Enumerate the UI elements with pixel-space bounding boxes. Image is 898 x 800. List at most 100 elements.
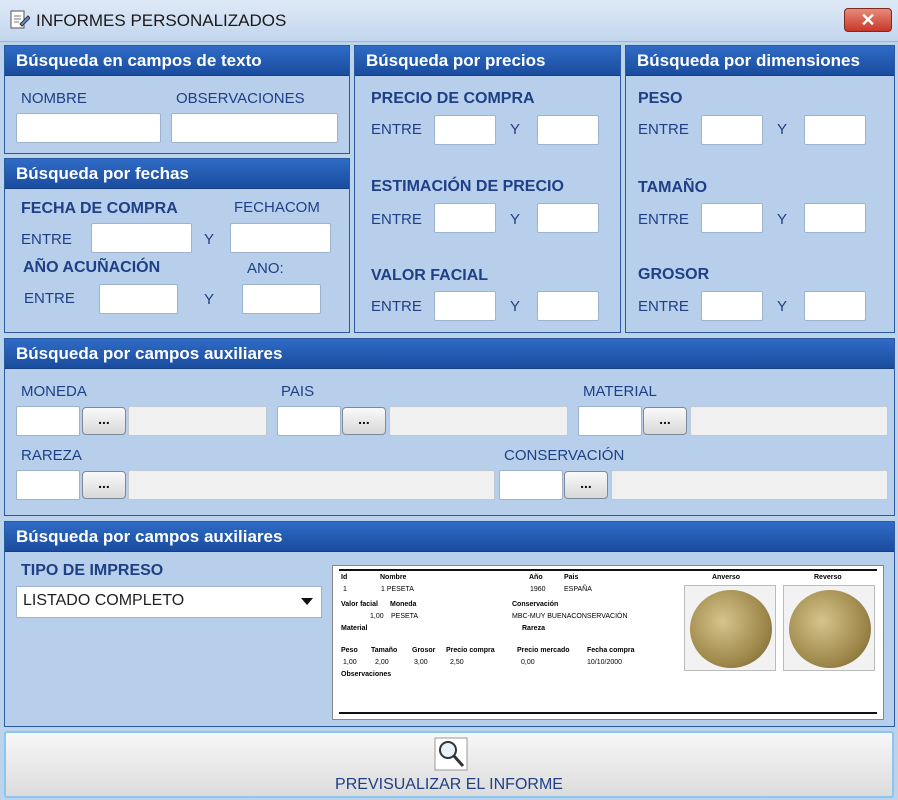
pv-preciocompra-header: Precio compra [446,647,495,654]
pv-preciomercado-value: 0,00 [521,659,535,666]
entre-label: ENTRE [638,298,689,315]
panel-header: Búsqueda por fechas [5,159,349,189]
entre-label: ENTRE [371,121,422,138]
pv-peso-value: 1,00 [343,659,357,666]
report-icon [10,10,30,29]
y-label: Y [510,298,521,315]
conservacion-label: CONSERVACIÓN [504,447,625,464]
rareza-description-field [128,470,495,500]
panel-date-search: Búsqueda por fechas FECHA DE COMPRA FECH… [4,158,350,333]
tipo-impreso-select[interactable]: LISTADO COMPLETO [16,586,322,618]
tamano-from-input[interactable] [701,203,763,233]
tamano-label: TAMAÑO [638,179,708,196]
conservacion-code-input[interactable] [499,470,563,500]
pv-grosor-value: 3,00 [414,659,428,666]
window-title: INFORMES PERSONALIZADOS [36,11,287,30]
ano-to-input[interactable] [242,284,321,314]
valor-facial-from-input[interactable] [434,291,496,321]
peso-to-input[interactable] [804,115,866,145]
pv-preciomercado-header: Precio mercado [517,647,570,654]
peso-from-input[interactable] [701,115,763,145]
valor-facial-label: VALOR FACIAL [371,267,489,284]
panel-header: Búsqueda por precios [355,46,620,76]
fechacom-label: FECHACOM [234,199,320,216]
tipo-impreso-label: TIPO DE IMPRESO [21,562,164,579]
conservacion-description-field [611,470,888,500]
panel-header: Búsqueda en campos de texto [5,46,349,76]
moneda-code-input[interactable] [16,406,80,436]
pv-observaciones-header: Observaciones [341,671,392,678]
estimacion-from-input[interactable] [434,203,496,233]
entre-label: ENTRE [371,211,422,228]
entre-label: ENTRE [21,231,72,248]
close-button[interactable]: ✕ [844,8,892,32]
estimacion-label: ESTIMACIÓN DE PRECIO [371,178,564,195]
material-description-field [690,406,888,436]
pv-moneda-header: Moneda [390,601,417,608]
preview-bottom-rule [339,712,877,714]
material-code-input[interactable] [578,406,642,436]
y-label: Y [777,298,788,315]
rareza-browse-button[interactable]: ... [82,471,126,499]
entre-label: ENTRE [638,211,689,228]
pv-tamano-header: Tamaño [371,647,398,654]
chevron-down-icon [301,598,313,605]
pv-id-value: 1 [343,586,347,593]
observaciones-label: OBSERVACIONES [176,90,305,107]
panel-header: Búsqueda por dimensiones [626,46,894,76]
rareza-code-input[interactable] [16,470,80,500]
pv-nombre-header: Nombre [380,574,407,581]
estimacion-to-input[interactable] [537,203,599,233]
fecha-compra-label: FECHA DE COMPRA [21,200,178,217]
fecha-compra-to-input[interactable] [230,223,331,253]
pv-valorfacial-header: Valor facial [341,601,378,608]
valor-facial-to-input[interactable] [537,291,599,321]
nombre-input[interactable] [16,113,161,143]
pv-rareza-header: Rareza [522,625,545,632]
pv-conservacion-header: Conservación [512,601,559,608]
y-label: Y [204,291,215,308]
entre-label: ENTRE [24,290,75,307]
grosor-to-input[interactable] [804,291,866,321]
moneda-browse-button[interactable]: ... [82,407,126,435]
preview-report-label: PREVISUALIZAR EL INFORME [335,776,563,793]
pais-code-input[interactable] [277,406,341,436]
pv-fechacompra-value: 10/10/2000 [587,659,623,666]
tamano-to-input[interactable] [804,203,866,233]
y-label: Y [510,211,521,228]
pv-grosor-header: Grosor [412,647,436,654]
coin-reverse-image [783,585,875,671]
precio-compra-to-input[interactable] [537,115,599,145]
conservacion-browse-button[interactable]: ... [564,471,608,499]
pv-peso-header: Peso [341,647,358,654]
coin-obverse-image [684,585,776,671]
precio-compra-from-input[interactable] [434,115,496,145]
material-browse-button[interactable]: ... [643,407,687,435]
pv-pais-header: Pais [564,574,579,581]
pv-material-header: Material [341,625,368,632]
title-bar: INFORMES PERSONALIZADOS ✕ [0,0,898,42]
precio-compra-label: PRECIO DE COMPRA [371,90,535,107]
fecha-compra-from-input[interactable] [91,223,192,253]
pais-browse-button[interactable]: ... [342,407,386,435]
moneda-label: MONEDA [21,383,87,400]
pv-valorfacial-value: 1,00 [370,613,384,620]
ano-from-input[interactable] [99,284,178,314]
observaciones-input[interactable] [171,113,338,143]
material-label: MATERIAL [583,383,657,400]
nombre-label: NOMBRE [21,90,87,107]
panel-header: Búsqueda por campos auxiliares [5,339,894,369]
entre-label: ENTRE [371,298,422,315]
pv-moneda-value: PESETA [391,613,419,620]
pv-anverso-header: Anverso [712,574,741,581]
pv-fechacompra-header: Fecha compra [587,647,635,654]
pv-preciocompra-value: 2,50 [450,659,464,666]
panel-report-type: Búsqueda por campos auxiliares TIPO DE I… [4,521,895,727]
rareza-label: RAREZA [21,447,82,464]
pv-conservacion-value: MBC-MUY BUENACONSERVACIÓN [512,613,628,620]
preview-report-button[interactable]: PREVISUALIZAR EL INFORME [4,731,894,798]
ano-acunacion-label: AÑO ACUÑACIÓN [23,259,161,276]
report-preview: Id Nombre Año Pais Anverso Reverso 1 1 P… [332,565,884,720]
tipo-impreso-value: LISTADO COMPLETO [23,592,185,609]
grosor-from-input[interactable] [701,291,763,321]
